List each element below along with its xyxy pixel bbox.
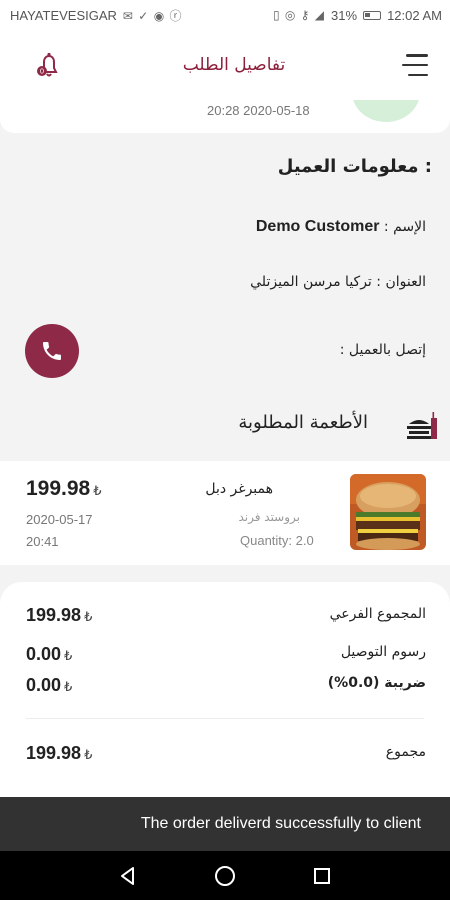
food-price-value: 199.98 (26, 477, 91, 500)
delivery-label: رسوم التوصيل (340, 644, 426, 660)
subtotal-value: 199.98 ₺ (26, 605, 92, 626)
snackbar-message: The order deliverd successfully to clien… (140, 815, 421, 832)
currency-symbol: ₺ (64, 679, 73, 694)
food-tray-icon (407, 412, 437, 439)
currency-symbol: ₺ (84, 609, 93, 624)
recents-icon[interactable] (312, 866, 332, 886)
totals-card: المجموع الفرعي 199.98 ₺ رسوم التوصيل 0.00… (0, 582, 450, 797)
status-bar: HAYATEVESIGAR ✉ ✓ ◉ ⓡ ▯ ◎ ⚷ ◢ 31% 12:02 … (0, 0, 450, 30)
call-customer-row: إتصل بالعميل : (340, 342, 426, 358)
currency-symbol: ₺ (64, 648, 73, 663)
call-label: إتصل بالعميل : (339, 342, 426, 358)
customer-address-row: العنوان : تركيا مرسن الميزتلي (250, 274, 426, 290)
menu-line-icon (408, 73, 428, 76)
notifications-button[interactable]: 0 (30, 46, 68, 84)
tax-value: 0.00 ₺ (26, 675, 72, 696)
page-title: تفاصيل الطلب (182, 55, 286, 75)
burger-image (350, 474, 426, 550)
currency-symbol: ₺ (93, 483, 102, 498)
system-icons: ▯ ◎ ⚷ ◢ (272, 8, 326, 22)
total-value: 199.98 ₺ (26, 743, 92, 764)
carrier-label: HAYATEVESIGAR (10, 7, 117, 23)
status-circle (352, 100, 420, 122)
clock: 12:02 AM (387, 7, 442, 23)
notification-icons: ✉ ✓ ◉ ⓡ (122, 8, 183, 23)
menu-button[interactable] (400, 54, 428, 76)
customer-address: تركيا مرسن الميزتلي (250, 274, 372, 290)
food-category: بروستد فرند (238, 510, 300, 524)
customer-name-row: الإسم : Demo Customer (256, 218, 426, 236)
snackbar: The order deliverd successfully to clien… (0, 797, 450, 851)
tax-amount: 0.00 (26, 675, 62, 695)
customer-info-title: معلومات العميل : (277, 156, 432, 177)
customer-name: Demo Customer (255, 218, 380, 235)
order-datetime: 20:28 2020-05-18 (207, 103, 310, 118)
address-label: العنوان : (376, 274, 426, 290)
food-time: 20:41 (26, 534, 59, 549)
bell-icon: 0 (37, 52, 58, 77)
currency-symbol: ₺ (84, 747, 93, 762)
food-price: 199.98 ₺ (26, 477, 102, 501)
app-bar: 0 تفاصيل الطلب (0, 30, 450, 100)
back-icon[interactable] (118, 866, 138, 886)
food-name: همبرغر دبل (205, 481, 273, 497)
ordered-foods-title: الأطعمة المطلوبة (238, 412, 368, 433)
home-icon[interactable] (214, 865, 236, 887)
total-amount: 199.98 (26, 743, 82, 763)
name-label: الإسم : (383, 219, 426, 235)
tax-label: ضريبة (0.0%) (327, 675, 426, 691)
food-date: 2020-05-17 (26, 512, 93, 527)
battery-percent: 31% (331, 7, 358, 23)
call-customer-button[interactable] (25, 324, 79, 378)
order-summary-card: ​ 20:28 2020-05-18 (0, 100, 450, 133)
phone-icon (43, 342, 61, 360)
svg-text:0: 0 (40, 68, 44, 76)
divider (26, 718, 424, 719)
subtotal-amount: 199.98 (26, 605, 82, 625)
menu-line-icon (402, 63, 428, 67)
delivery-amount: 0.00 (26, 644, 62, 664)
delivery-value: 0.00 ₺ (26, 644, 72, 665)
menu-line-icon (406, 54, 428, 57)
system-nav-bar (0, 851, 450, 900)
subtotal-label: المجموع الفرعي (329, 606, 426, 622)
food-item-card[interactable]: همبرغر دبل بروستد فرند Quantity: 2.0 199… (0, 461, 450, 565)
total-label: مجموع (385, 744, 426, 760)
battery-icon (363, 10, 382, 20)
food-quantity: Quantity: 2.0 (240, 533, 314, 548)
